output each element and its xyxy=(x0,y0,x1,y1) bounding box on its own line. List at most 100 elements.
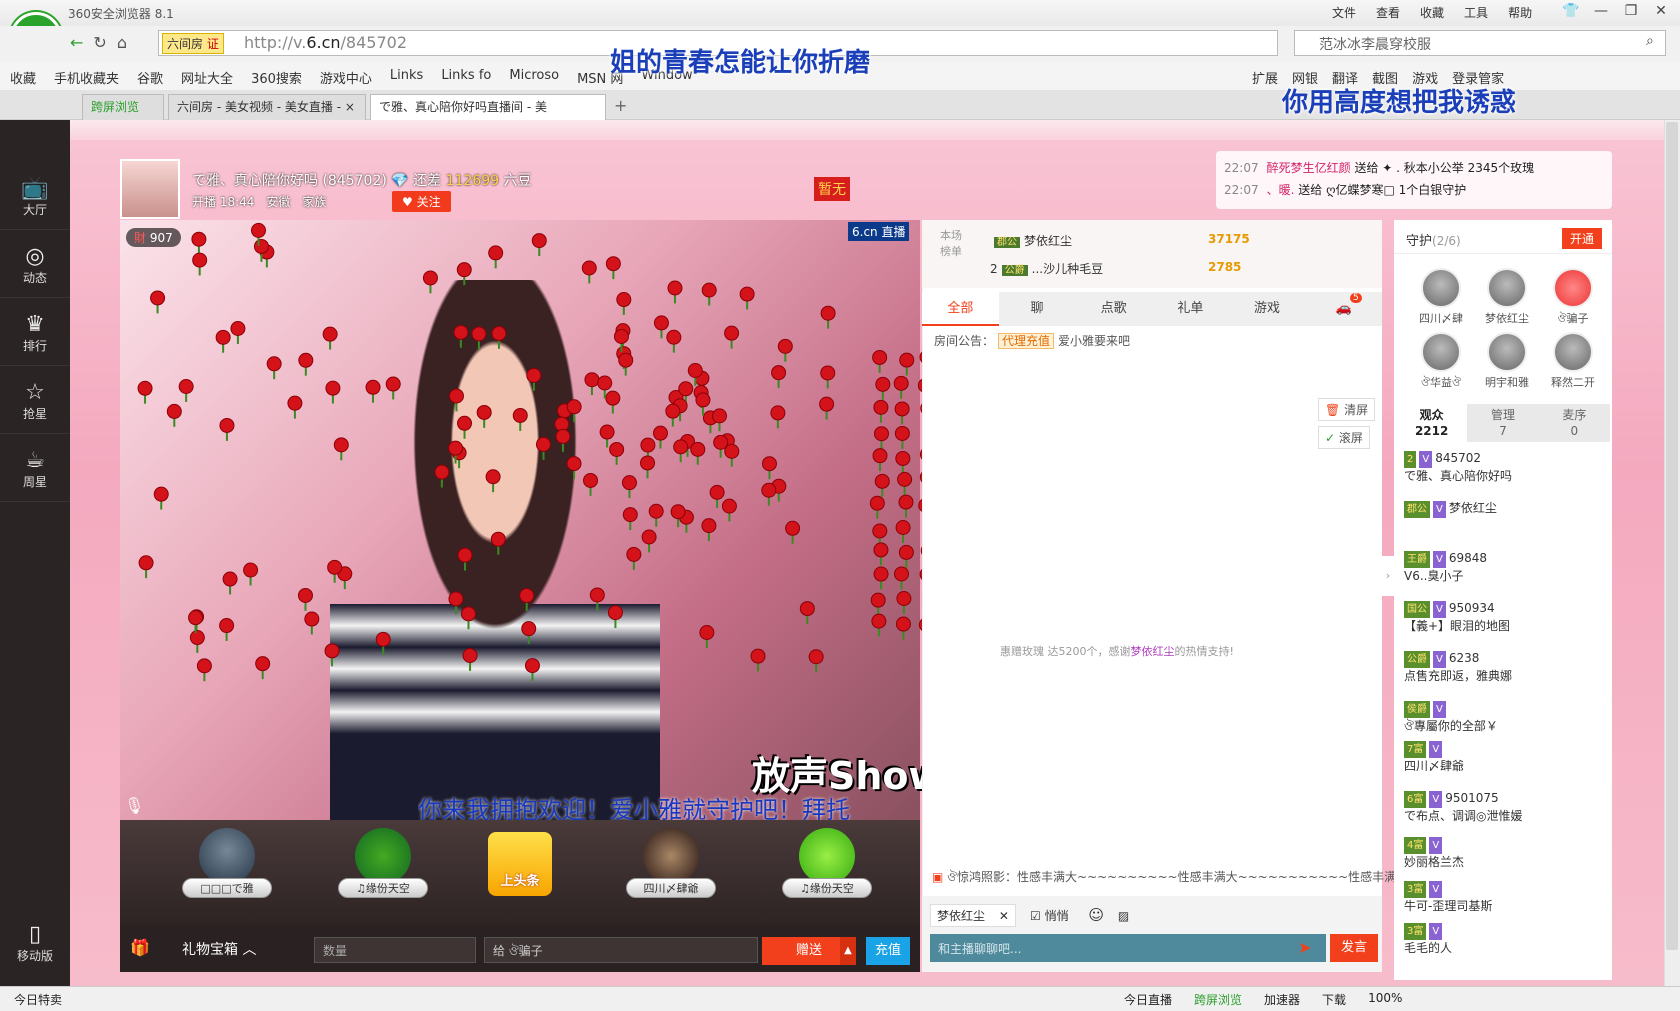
gift-guard-1[interactable]: □□□で雅 xyxy=(182,828,272,898)
home-icon[interactable]: ⌂ xyxy=(117,33,127,52)
anchor-avatar[interactable] xyxy=(120,159,180,219)
collapse-handle[interactable]: › xyxy=(1382,556,1394,596)
search-icon[interactable]: ⌕ xyxy=(1646,33,1654,49)
headline-button[interactable]: 上头条 xyxy=(488,832,552,896)
gift-guard-3[interactable]: 四川〆肆爺 xyxy=(626,828,716,898)
rank-row[interactable]: 2 公爵 ...沙儿种毛豆 2785 xyxy=(990,260,1290,277)
close-icon[interactable]: ✕ xyxy=(999,909,1009,923)
guard-member[interactable]: 明宇和雅 xyxy=(1474,332,1540,390)
open-guard-button[interactable]: 开通 xyxy=(1562,228,1603,249)
microphone-icon[interactable]: 🎙 xyxy=(124,796,144,815)
audience-row[interactable]: 3富 V 牛可-歪理司基斯 xyxy=(1404,880,1604,915)
menu-file[interactable]: 文件 xyxy=(1332,4,1356,21)
sidebar-mobile[interactable]: ▯ 移动版 xyxy=(0,910,70,976)
statusbar-cross-screen[interactable]: 跨屏浏览 xyxy=(1194,991,1242,1008)
bookmark-links[interactable]: Links xyxy=(390,68,423,87)
tool-extensions[interactable]: 扩展 xyxy=(1252,68,1278,87)
guard-member[interactable]: 四川〆肆 xyxy=(1408,268,1474,326)
menu-favorites[interactable]: 收藏 xyxy=(1420,4,1444,21)
audience-row[interactable]: 6富 V 9501075 で布点、调调◎泄惟媛 xyxy=(1404,790,1604,825)
audience-row[interactable]: 4富 V 妙丽格兰杰 xyxy=(1404,836,1604,871)
statusbar-accelerator[interactable]: 加速器 xyxy=(1264,991,1300,1008)
bookmark-microsoft[interactable]: Microso xyxy=(509,68,559,87)
recipient-input[interactable]: 给 ঔ骗子 xyxy=(484,937,758,963)
sidebar-item-hall[interactable]: 📺 大厅 xyxy=(0,164,70,230)
url-text[interactable]: http://v.6.cn/845702 xyxy=(244,33,407,52)
audience-row[interactable]: 侯爵 V ঔ專屬你的全部￥ xyxy=(1404,700,1604,735)
tab-audience[interactable]: 观众 2212 xyxy=(1396,404,1468,442)
page-scrollbar-thumb[interactable] xyxy=(1666,122,1678,950)
send-plane-icon[interactable]: ➤ xyxy=(1298,938,1311,957)
audience-row[interactable]: 公爵 V 6238 点售充即返，雅典娜 xyxy=(1404,650,1604,685)
refresh-icon[interactable]: ↻ xyxy=(93,33,106,52)
search-input[interactable]: 范冰冰李晨穿校服 xyxy=(1294,30,1666,56)
bookmark-games[interactable]: 游戏中心 xyxy=(320,68,372,87)
chat-input[interactable]: 和主播聊聊吧... xyxy=(930,934,1326,962)
recharge-button[interactable]: 充值 xyxy=(866,937,910,965)
guard-member[interactable]: ঔ华益ঔ xyxy=(1408,332,1474,393)
sidebar-item-grab-star[interactable]: ☆ 抢星 xyxy=(0,368,70,434)
rank-row[interactable]: 郡公 梦依红尘 37175 xyxy=(990,232,1290,249)
close-icon[interactable]: ✕ xyxy=(1646,0,1676,22)
bookmark-google[interactable]: 谷歌 xyxy=(137,68,163,87)
guard-member[interactable]: 释然二开 xyxy=(1540,332,1606,390)
gift-guard-4[interactable]: ♫缘份天空 xyxy=(782,828,872,898)
bookmark-mobile[interactable]: 手机收藏夹 xyxy=(54,68,119,87)
notice-tag[interactable]: 代理充值 xyxy=(998,333,1055,349)
tab-gifts[interactable]: 礼单 xyxy=(1152,292,1229,326)
bookmark-favorites[interactable]: 收藏 xyxy=(10,68,36,87)
whisper-checkbox[interactable]: ☑ 悄悄 ☺ ▨ xyxy=(1030,906,1129,924)
sidebar-item-dynamic[interactable]: ◎ 动态 xyxy=(0,232,70,298)
tab-live-room[interactable]: で雅、真心陪你好吗直播间 - 美 xyxy=(370,94,606,120)
gift-box-icon[interactable]: 🎁 xyxy=(130,938,150,957)
statusbar-download[interactable]: 下载 xyxy=(1322,991,1346,1008)
tab-mic-queue[interactable]: 麦序 0 xyxy=(1539,404,1610,442)
back-icon[interactable]: ← xyxy=(70,33,83,52)
audience-row[interactable]: 国公 V 950934 【義+】眼泪的地图 xyxy=(1404,600,1604,635)
image-icon[interactable]: ▨ xyxy=(1118,909,1129,923)
bookmark-360search[interactable]: 360搜索 xyxy=(251,68,302,87)
guard-member[interactable]: 梦依红尘 xyxy=(1474,268,1540,326)
tab-cross-screen[interactable]: 跨屏浏览 xyxy=(82,94,164,120)
tab-all[interactable]: 全部 xyxy=(922,292,999,326)
gift-guard-2[interactable]: ♫缘份天空 xyxy=(338,828,428,898)
tab-songs[interactable]: 点歌 xyxy=(1075,292,1152,326)
bookmark-portal[interactable]: 网址大全 xyxy=(181,68,233,87)
statusbar-zoom[interactable]: 100% xyxy=(1368,991,1402,1008)
follow-button[interactable]: ♥ 关注 xyxy=(392,191,451,212)
ticker-user[interactable]: 、暖. xyxy=(1267,183,1295,197)
skin-icon[interactable]: 👕 xyxy=(1556,0,1586,22)
menu-tools[interactable]: 工具 xyxy=(1464,4,1488,21)
site-badge[interactable]: 六间房 证 xyxy=(162,33,224,54)
audience-row[interactable]: 王爵 V 69848 V6..臭小子 xyxy=(1404,550,1604,585)
emoji-icon[interactable]: ☺ xyxy=(1088,906,1104,924)
clear-screen-button[interactable]: 🗑 清屏 xyxy=(1318,398,1376,421)
statusbar-live[interactable]: 今日直播 xyxy=(1124,991,1172,1008)
sidebar-item-rank[interactable]: ♛ 排行 xyxy=(0,300,70,366)
ticker-user[interactable]: 醉死梦生亿红颜 xyxy=(1267,161,1351,175)
audience-row[interactable]: 郡公 V 梦依红尘 xyxy=(1404,500,1604,518)
scroll-screen-button[interactable]: ✓ 滚屏 xyxy=(1318,426,1370,449)
tab-6cn-home[interactable]: 六间房 - 美女视频 - 美女直播 - × xyxy=(168,94,366,120)
bookmark-links-fo[interactable]: Links fo xyxy=(441,68,491,87)
quantity-input[interactable]: 数量 xyxy=(314,937,476,963)
audience-row[interactable]: 2 V 845702 で雅、真心陪你好吗 xyxy=(1404,450,1604,485)
tab-chat[interactable]: 聊 xyxy=(999,292,1076,326)
send-options-icon[interactable]: ▲ xyxy=(840,937,856,965)
thanks-user[interactable]: 梦依红尘 xyxy=(1131,645,1175,658)
new-tab-button[interactable]: + xyxy=(614,96,627,115)
maximize-icon[interactable]: ❐ xyxy=(1616,0,1646,22)
audience-row[interactable]: 3富 V 毛毛的人 xyxy=(1404,922,1604,957)
gift-box-label[interactable]: 礼物宝箱 ︿ xyxy=(182,939,256,959)
tab-car[interactable]: 🚗 xyxy=(1305,292,1382,326)
post-button[interactable]: 发言 xyxy=(1330,934,1378,962)
tab-admins[interactable]: 管理 7 xyxy=(1467,404,1538,442)
sidebar-item-weekly-star[interactable]: ☕ 周星 xyxy=(0,436,70,502)
chat-target[interactable]: 梦依红尘 ✕ xyxy=(930,904,1016,927)
audience-row[interactable]: 7富 V 四川〆肆爺 xyxy=(1404,740,1604,775)
minimize-icon[interactable]: — xyxy=(1586,0,1616,22)
menu-help[interactable]: 帮助 xyxy=(1508,4,1532,21)
tab-games[interactable]: 游戏 xyxy=(1229,292,1306,326)
statusbar-deals[interactable]: 今日特卖 xyxy=(14,991,62,1008)
menu-view[interactable]: 查看 xyxy=(1376,4,1400,21)
